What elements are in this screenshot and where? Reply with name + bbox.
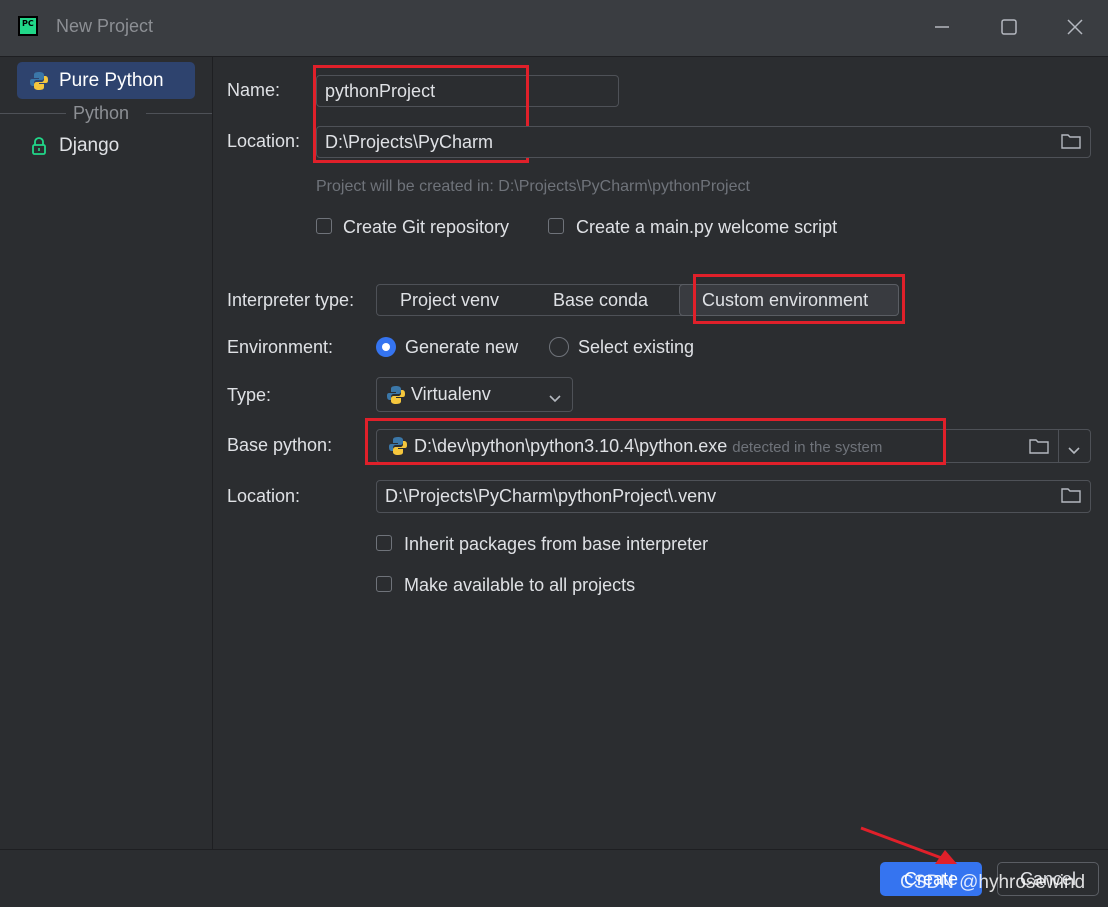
radio-generate-new[interactable]: [376, 337, 396, 357]
interpreter-type-label: Interpreter type:: [227, 290, 355, 310]
type-label: Type:: [227, 385, 272, 405]
folder-icon[interactable]: [1029, 438, 1049, 454]
folder-icon[interactable]: [1061, 133, 1081, 149]
inherit-packages-label: Inherit packages from base interpreter: [404, 534, 709, 554]
create-git-checkbox[interactable]: [316, 218, 332, 234]
window-title: New Project: [56, 16, 154, 36]
create-main-label: Create a main.py welcome script: [576, 217, 838, 237]
chevron-down-icon[interactable]: [1067, 441, 1081, 462]
logo-text: PC: [22, 19, 34, 28]
sidebar-item-django[interactable]: Django: [17, 131, 195, 161]
watermark-text: CSDN @hyhrosewind: [900, 872, 1086, 893]
sidebar-group-label: Python: [73, 103, 130, 123]
combobox-divider: [1058, 430, 1059, 462]
maximize-icon[interactable]: [998, 16, 1020, 38]
sidebar-group-python: Python: [0, 103, 212, 123]
pycharm-logo-icon: PC: [18, 16, 38, 36]
venv-location-value: D:\Projects\PyCharm\pythonProject\.venv: [385, 486, 717, 506]
inherit-packages-checkbox[interactable]: [376, 535, 392, 551]
group-divider: [0, 113, 66, 114]
create-main-checkbox[interactable]: [548, 218, 564, 234]
environment-label: Environment:: [227, 337, 334, 357]
type-dropdown-value: Virtualenv: [411, 384, 491, 404]
project-path-hint: Project will be created in: D:\Projects\…: [316, 178, 750, 195]
base-python-label: Base python:: [227, 435, 333, 455]
chevron-down-icon: [548, 389, 562, 410]
virtualenv-icon: [386, 385, 406, 410]
python-icon: [29, 71, 49, 96]
generator-sidebar: [0, 57, 213, 849]
folder-icon[interactable]: [1061, 487, 1081, 503]
radio-select-existing[interactable]: [549, 337, 569, 357]
interpreter-option-project-venv[interactable]: Project venv: [400, 290, 499, 311]
type-dropdown[interactable]: Virtualenv: [376, 377, 573, 412]
annotation-box-custom-environment: [693, 274, 905, 324]
location-input[interactable]: D:\Projects\PyCharm: [316, 126, 1091, 158]
create-git-label: Create Git repository: [343, 217, 510, 237]
location-label: Location:: [227, 131, 301, 151]
venv-location-label: Location:: [227, 486, 301, 506]
radio-generate-new-label: Generate new: [405, 337, 519, 357]
location-input-value: D:\Projects\PyCharm: [325, 132, 494, 152]
make-available-label: Make available to all projects: [404, 575, 636, 595]
radio-select-existing-label: Select existing: [578, 337, 695, 357]
venv-location-input[interactable]: D:\Projects\PyCharm\pythonProject\.venv: [376, 480, 1091, 513]
annotation-arrow: [860, 826, 957, 864]
group-divider: [146, 113, 212, 114]
name-label: Name:: [227, 80, 281, 100]
lock-icon: [31, 137, 47, 160]
sidebar-item-label: Django: [59, 135, 120, 156]
annotation-box-base-python: [365, 418, 946, 465]
interpreter-option-base-conda[interactable]: Base conda: [553, 290, 648, 311]
minimize-icon[interactable]: [931, 16, 953, 38]
make-available-checkbox[interactable]: [376, 576, 392, 592]
sidebar-item-pure-python[interactable]: Pure Python: [17, 62, 195, 99]
sidebar-item-label: Pure Python: [59, 70, 164, 91]
close-icon[interactable]: [1064, 16, 1086, 38]
